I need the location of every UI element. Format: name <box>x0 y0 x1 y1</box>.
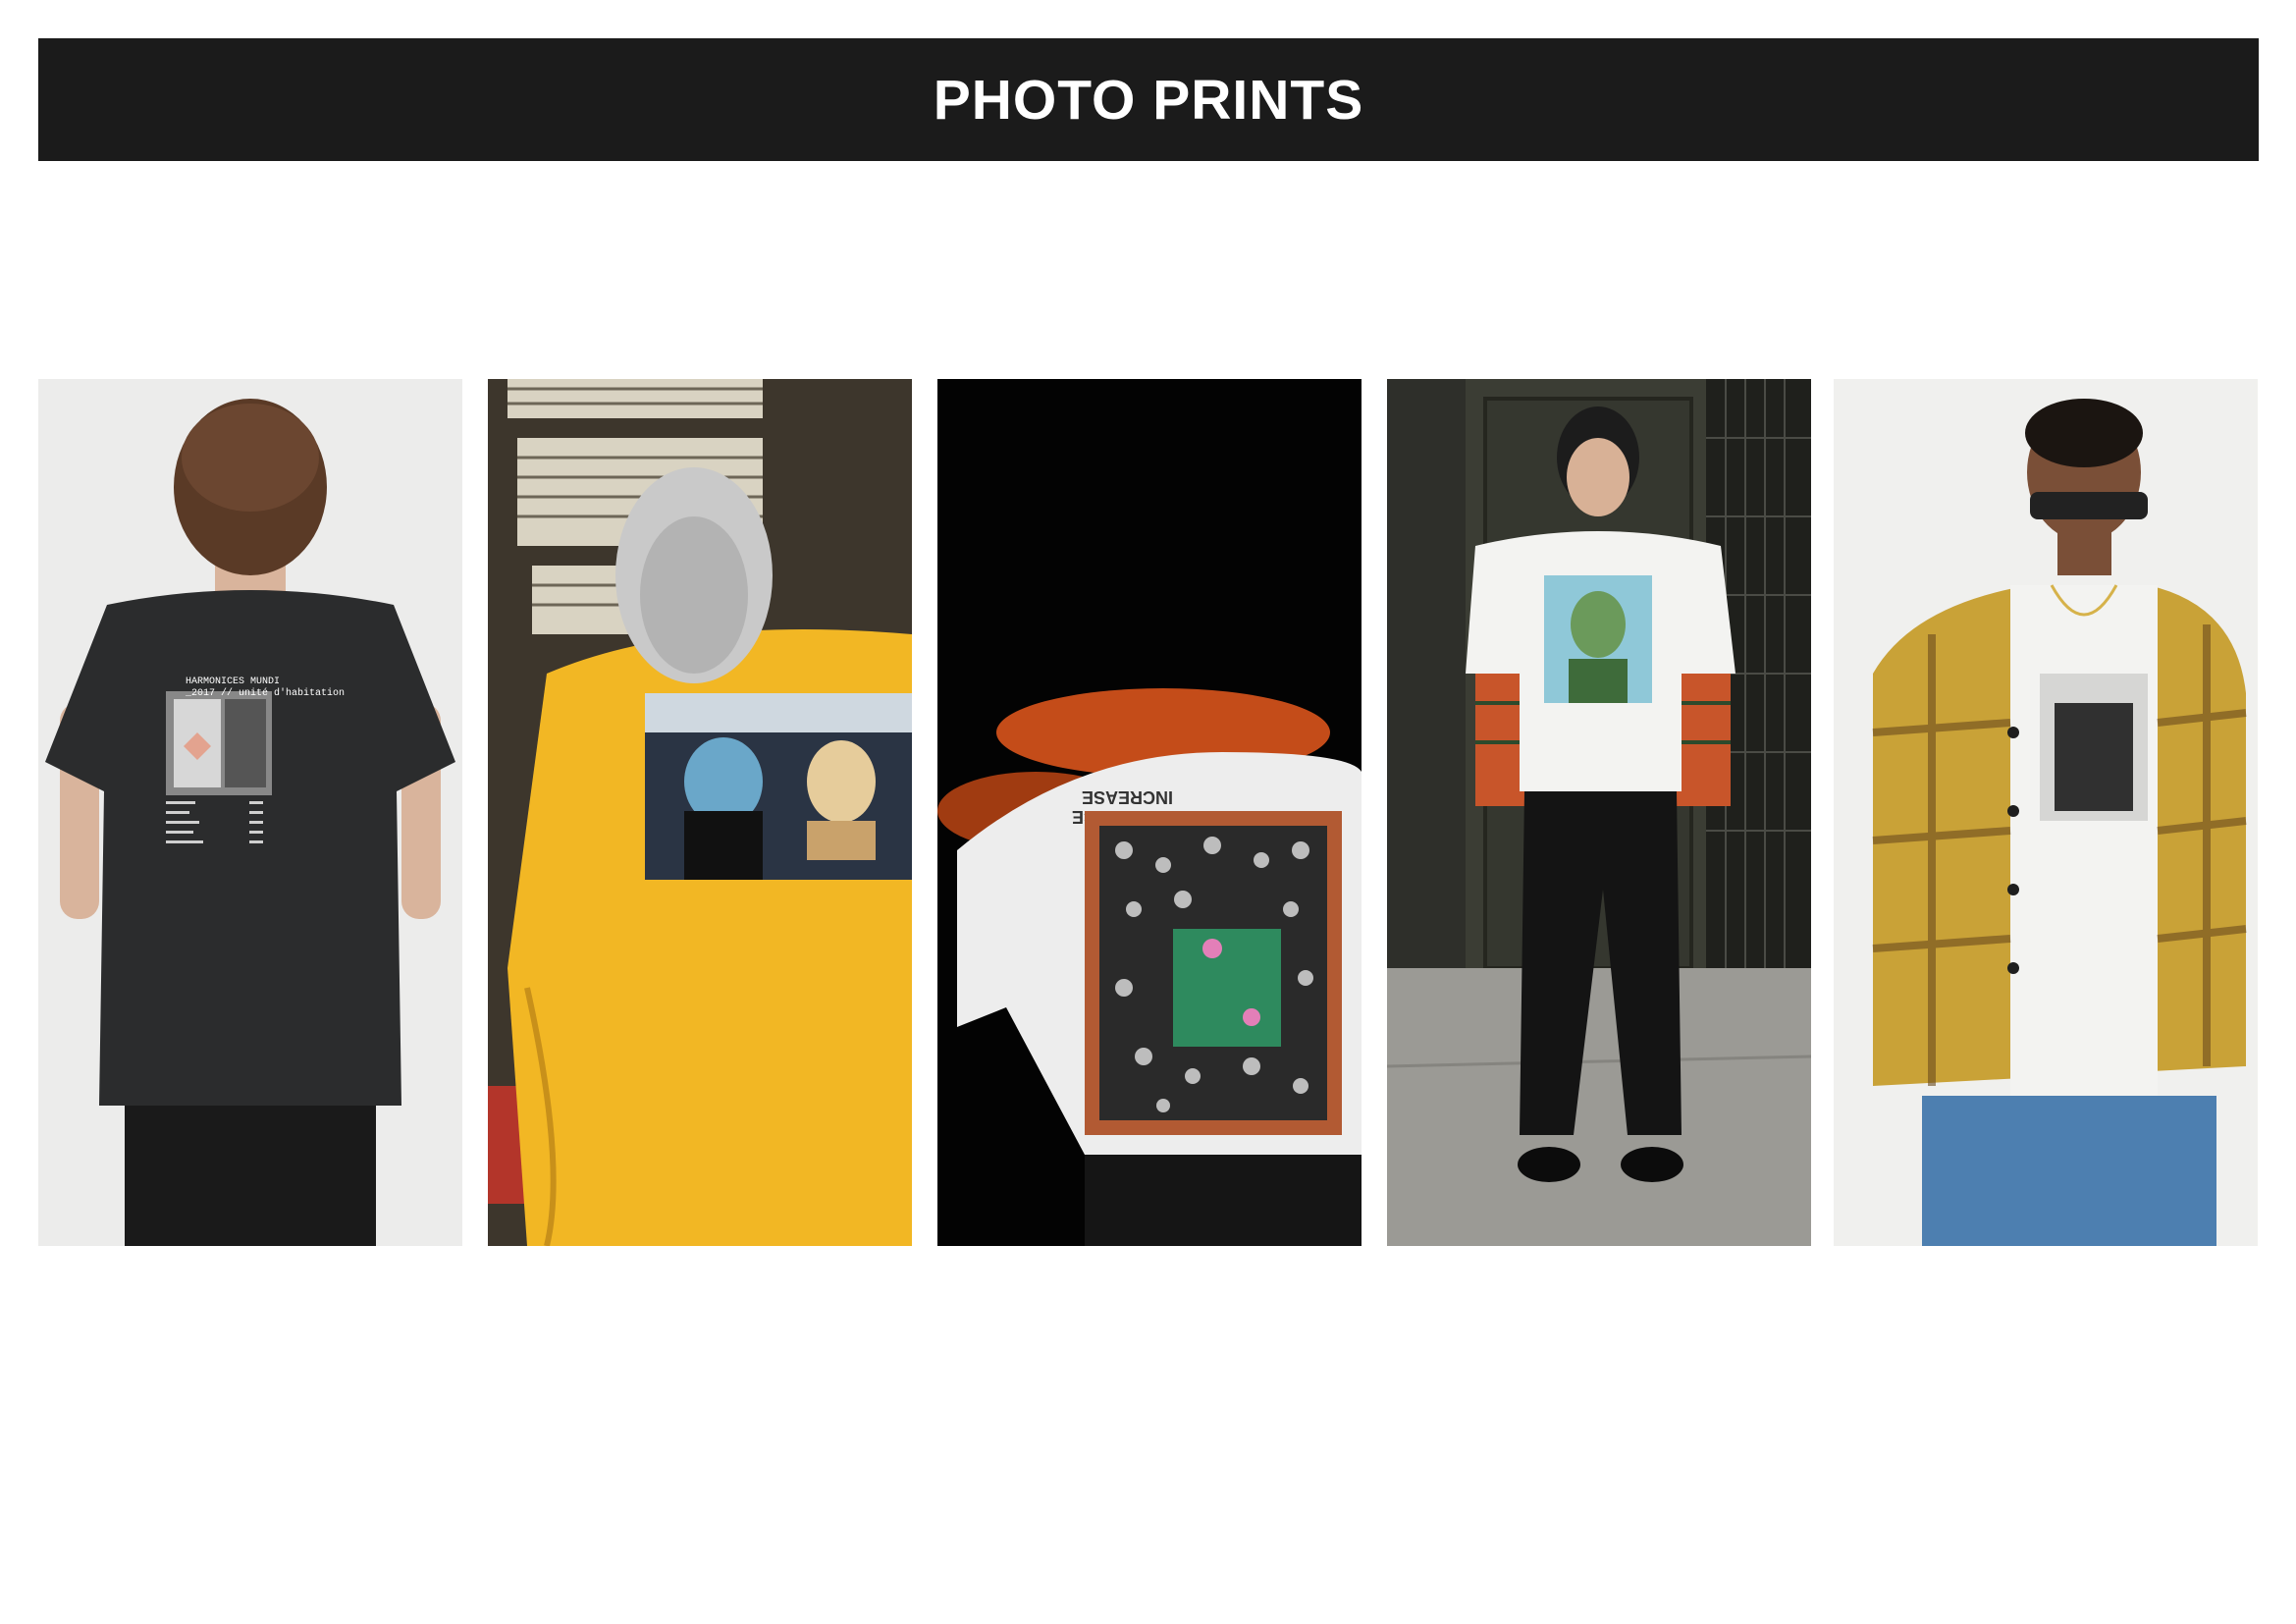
page-header: PHOTO PRINTS <box>38 38 2259 161</box>
portrait-tee-street-illustration <box>1387 379 1811 1246</box>
photo-portrait-tee-street <box>1387 379 1811 1246</box>
yellow-jacket-illustration <box>488 379 912 1246</box>
photo-plaid-cardigan <box>1834 379 2258 1246</box>
photo-crowd-print-tee: INCREASE THE PEACE <box>937 379 1362 1246</box>
photo-yellow-jacket <box>488 379 912 1246</box>
crowd-print-tee-illustration: INCREASE THE PEACE <box>937 379 1362 1246</box>
print-line-2: _2017 // unité d'habitation <box>185 687 345 699</box>
page-title: PHOTO PRINTS <box>933 68 1364 132</box>
plaid-cardigan-illustration <box>1834 379 2258 1246</box>
print-line-1: HARMONICES MUNDI <box>186 677 280 687</box>
black-tee-illustration: HARMONICES MUNDI _2017 // unité d'habita… <box>38 379 462 1246</box>
photo-black-tee: HARMONICES MUNDI _2017 // unité d'habita… <box>38 379 462 1246</box>
tee-text-line-1: INCREASE <box>1082 787 1173 807</box>
